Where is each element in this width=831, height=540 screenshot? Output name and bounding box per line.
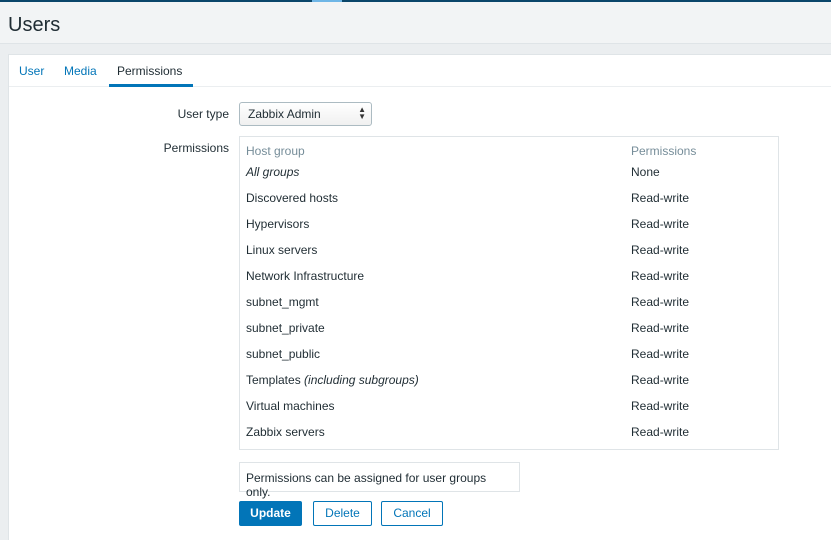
host-group-cell: All groups	[246, 165, 300, 179]
delete-button[interactable]: Delete	[313, 501, 372, 526]
host-group-suffix: (including subgroups)	[304, 373, 419, 387]
permission-cell: Read-write	[631, 269, 690, 283]
permission-cell: Read-write	[631, 425, 690, 439]
host-group-cell: Hypervisors	[246, 217, 310, 231]
tab-permissions[interactable]: Permissions	[117, 64, 182, 78]
table-row: subnet_mgmt Read-write	[240, 295, 778, 321]
tab-user[interactable]: User	[19, 64, 44, 78]
host-group-cell: Network Infrastructure	[246, 269, 365, 283]
page-header: Users	[0, 2, 831, 44]
select-arrows-icon: ▲ ▼	[358, 105, 366, 121]
permission-cell: Read-write	[631, 321, 690, 335]
permission-cell: None	[631, 165, 660, 179]
host-group-cell: Zabbix servers	[246, 425, 325, 439]
host-group-cell: Templates (including subgroups)	[246, 373, 419, 387]
table-row: Templates (including subgroups) Read-wri…	[240, 373, 778, 399]
table-row: Network Infrastructure Read-write	[240, 269, 778, 295]
permissions-table: Host group Permissions All groups None D…	[239, 136, 779, 450]
table-row: Zabbix servers Read-write	[240, 425, 778, 451]
table-row: Virtual machines Read-write	[240, 399, 778, 425]
host-group-cell: subnet_public	[246, 347, 321, 361]
tab-bar: User Media Permissions	[9, 55, 831, 87]
permission-cell: Read-write	[631, 243, 690, 257]
permission-cell: Read-write	[631, 191, 690, 205]
cancel-button[interactable]: Cancel	[381, 501, 443, 526]
update-button[interactable]: Update	[239, 501, 302, 526]
permission-cell: Read-write	[631, 295, 690, 309]
host-group-cell: subnet_private	[246, 321, 325, 335]
host-group-cell: Discovered hosts	[246, 191, 339, 205]
permission-cell: Read-write	[631, 217, 690, 231]
table-row: Discovered hosts Read-write	[240, 191, 778, 217]
page-title: Users	[8, 14, 61, 36]
table-row: subnet_public Read-write	[240, 347, 778, 373]
column-header-host-group: Host group	[246, 144, 305, 158]
permission-cell: Read-write	[631, 347, 690, 361]
host-group-cell: Virtual machines	[246, 399, 335, 413]
content-panel: User Media Permissions User type Zabbix …	[8, 54, 831, 540]
table-row: Hypervisors Read-write	[240, 217, 778, 243]
host-group-name: Templates	[246, 373, 301, 387]
tab-media[interactable]: Media	[64, 64, 97, 78]
user-type-value: Zabbix Admin	[248, 107, 321, 121]
permissions-label: Permissions	[163, 141, 229, 155]
table-row: Linux servers Read-write	[240, 243, 778, 269]
permission-cell: Read-write	[631, 373, 690, 387]
user-type-select[interactable]: Zabbix Admin ▲ ▼	[239, 102, 372, 126]
permission-cell: Read-write	[631, 399, 690, 413]
table-row: All groups None	[240, 165, 778, 191]
permissions-hint: Permissions can be assigned for user gro…	[239, 462, 520, 499]
host-group-cell: subnet_mgmt	[246, 295, 319, 309]
column-header-permissions: Permissions	[631, 144, 697, 158]
host-group-cell: Linux servers	[246, 243, 318, 257]
user-type-label: User type	[177, 107, 229, 121]
table-row: subnet_private Read-write	[240, 321, 778, 347]
active-tab-indicator	[109, 84, 193, 87]
